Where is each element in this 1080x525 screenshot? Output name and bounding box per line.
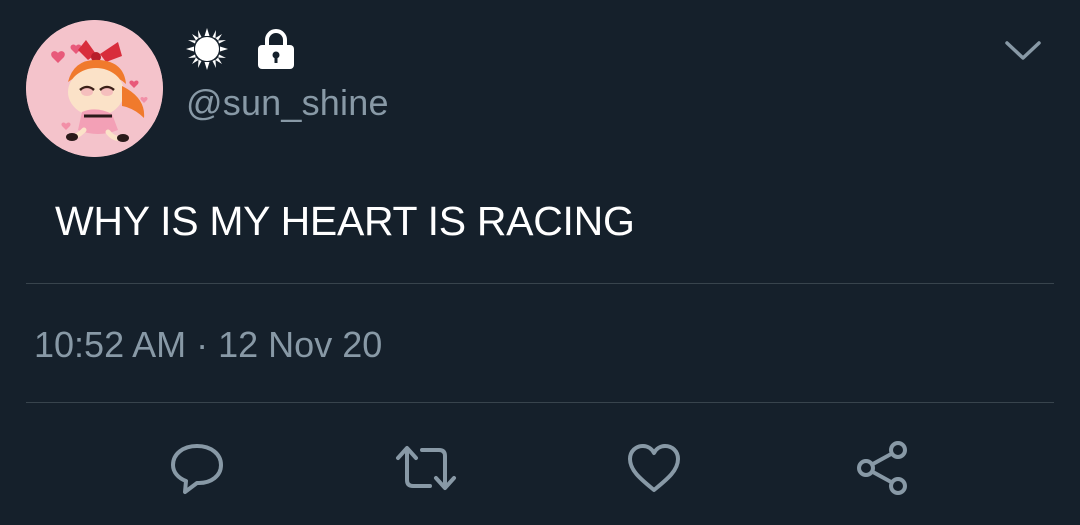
avatar[interactable] [26,20,163,157]
reply-icon [171,444,223,494]
timestamp-separator: · [196,324,209,365]
retweet-button[interactable] [394,438,456,498]
divider [26,402,1054,403]
tweet-timestamp[interactable]: 10:52 AM · 12 Nov 20 [34,324,382,366]
tweet-time: 10:52 AM [34,324,187,365]
lock-icon [258,29,294,69]
like-button[interactable] [624,438,684,498]
user-handle[interactable]: @sun_shine [186,82,389,124]
tweet-date: 12 Nov 20 [218,324,383,365]
chevron-down-icon[interactable] [1004,38,1042,64]
retweet-icon [396,446,456,490]
divider [26,283,1054,284]
sun-icon [186,28,228,70]
reply-button[interactable] [167,438,227,498]
tweet-text: WHY IS MY HEART IS RACING [55,198,635,244]
avatar-illustration [26,20,163,157]
share-button[interactable] [852,438,912,498]
tweet-card: @sun_shine WHY IS MY HEART IS RACING 10:… [0,0,1080,525]
like-icon [628,444,680,492]
share-icon [857,441,907,495]
display-name [185,26,297,72]
